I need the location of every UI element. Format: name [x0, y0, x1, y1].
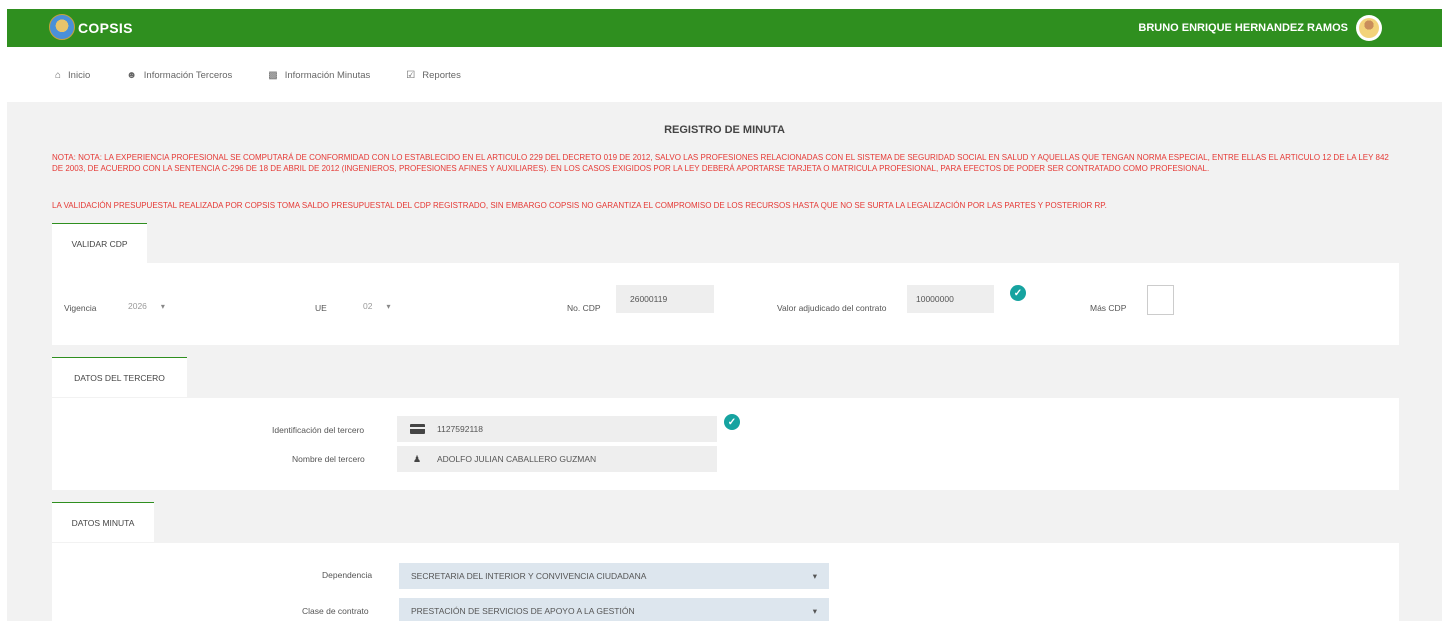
avatar[interactable]: [1356, 15, 1382, 41]
valor-adjudicado-input[interactable]: 10000000: [907, 285, 994, 313]
copsis-logo-icon: [49, 14, 75, 40]
nav-item-informacion-minutas[interactable]: ▩ Información Minutas: [268, 70, 370, 81]
main-nav: ⌂ Inicio ☻ Información Terceros ▩ Inform…: [55, 70, 497, 81]
id-card-icon: [397, 424, 437, 434]
tab-datos-minuta[interactable]: DATOS MINUTA: [52, 502, 154, 542]
chevron-down-icon: ▾: [160, 301, 165, 311]
home-icon: ⌂: [55, 70, 62, 81]
tab-label: DATOS DEL TERCERO: [74, 372, 165, 383]
chevron-down-icon: ▾: [812, 570, 817, 581]
tab-label: VALIDAR CDP: [71, 238, 128, 249]
nombre-value: ADOLFO JULIAN CABALLERO GUZMAN: [437, 454, 597, 464]
identificacion-label: Identificación del tercero: [272, 425, 365, 435]
main-content: REGISTRO DE MINUTA NOTA: NOTA: LA EXPERI…: [7, 102, 1442, 621]
identificacion-input[interactable]: 1127592118: [397, 416, 717, 442]
mas-cdp-checkbox[interactable]: [1147, 285, 1174, 315]
book-icon: ▩: [268, 70, 278, 81]
nav-item-reportes[interactable]: ☑ Reportes: [406, 70, 461, 81]
ue-select[interactable]: 02 ▾: [363, 295, 390, 317]
clase-contrato-label: Clase de contrato: [302, 606, 369, 616]
user-menu[interactable]: BRUNO ENRIQUE HERNANDEZ RAMOS: [1138, 15, 1382, 41]
brand[interactable]: COPSIS: [49, 14, 133, 40]
check-circle-icon: ✓: [1010, 285, 1026, 301]
page-title: REGISTRO DE MINUTA: [664, 124, 785, 136]
valor-adjudicado-value: 10000000: [916, 294, 954, 304]
tab-label: DATOS MINUTA: [71, 517, 135, 528]
user-name: BRUNO ENRIQUE HERNANDEZ RAMOS: [1138, 22, 1348, 34]
nav-item-label: Inicio: [68, 70, 91, 81]
nombre-label: Nombre del tercero: [292, 454, 365, 464]
nav-item-label: Reportes: [422, 70, 461, 81]
no-cdp-value: 26000119: [630, 294, 668, 304]
validar-cdp-panel: Vigencia 2026 ▾ UE 02 ▾ No. CDP 26000119…: [52, 263, 1399, 345]
professional-experience-note: NOTA: NOTA: LA EXPERIENCIA PROFESIONAL S…: [52, 153, 1389, 173]
vigencia-value: 2026: [128, 301, 147, 311]
nav-item-informacion-terceros[interactable]: ☻ Información Terceros: [126, 70, 232, 81]
dependencia-value: SECRETARIA DEL INTERIOR Y CONVIVENCIA CI…: [411, 571, 647, 581]
clase-contrato-value: PRESTACIÓN DE SERVICIOS DE APOYO A LA GE…: [411, 606, 635, 616]
mas-cdp-label: Más CDP: [1090, 303, 1127, 313]
vigencia-label: Vigencia: [64, 303, 97, 313]
brand-name: COPSIS: [78, 20, 133, 36]
nav-item-inicio[interactable]: ⌂ Inicio: [55, 70, 90, 81]
no-cdp-input[interactable]: 26000119: [616, 285, 714, 313]
clase-contrato-select[interactable]: PRESTACIÓN DE SERVICIOS DE APOYO A LA GE…: [399, 598, 829, 621]
chevron-down-icon: ▾: [386, 301, 391, 311]
ue-label: UE: [315, 303, 327, 313]
tab-datos-del-tercero[interactable]: DATOS DEL TERCERO: [52, 357, 187, 397]
top-header-bar: COPSIS BRUNO ENRIQUE HERNANDEZ RAMOS: [7, 9, 1442, 47]
nav-item-label: Información Terceros: [143, 70, 233, 81]
datos-tercero-panel: Identificación del tercero 1127592118 ✓ …: [52, 398, 1399, 490]
check-square-icon: ☑: [406, 70, 416, 81]
dependencia-label: Dependencia: [322, 570, 373, 580]
identificacion-value: 1127592118: [437, 424, 484, 434]
nav-item-label: Información Minutas: [284, 70, 371, 81]
budget-validation-note: LA VALIDACIÓN PRESUPUESTAL REALIZADA POR…: [52, 201, 1107, 210]
nombre-input[interactable]: ♟ ADOLFO JULIAN CABALLERO GUZMAN: [397, 446, 717, 472]
valor-adjudicado-label: Valor adjudicado del contrato: [777, 303, 887, 313]
check-circle-icon: ✓: [724, 414, 740, 430]
tab-validar-cdp[interactable]: VALIDAR CDP: [52, 223, 147, 263]
chevron-down-icon: ▾: [812, 605, 817, 616]
datos-minuta-panel: Dependencia SECRETARIA DEL INTERIOR Y CO…: [52, 543, 1399, 621]
no-cdp-label: No. CDP: [567, 303, 601, 313]
vigencia-select[interactable]: 2026 ▾: [128, 295, 165, 317]
user-icon: ☻: [126, 70, 137, 81]
ue-value: 02: [363, 301, 373, 311]
dependencia-select[interactable]: SECRETARIA DEL INTERIOR Y CONVIVENCIA CI…: [399, 563, 829, 589]
user-icon: ♟: [412, 453, 422, 464]
